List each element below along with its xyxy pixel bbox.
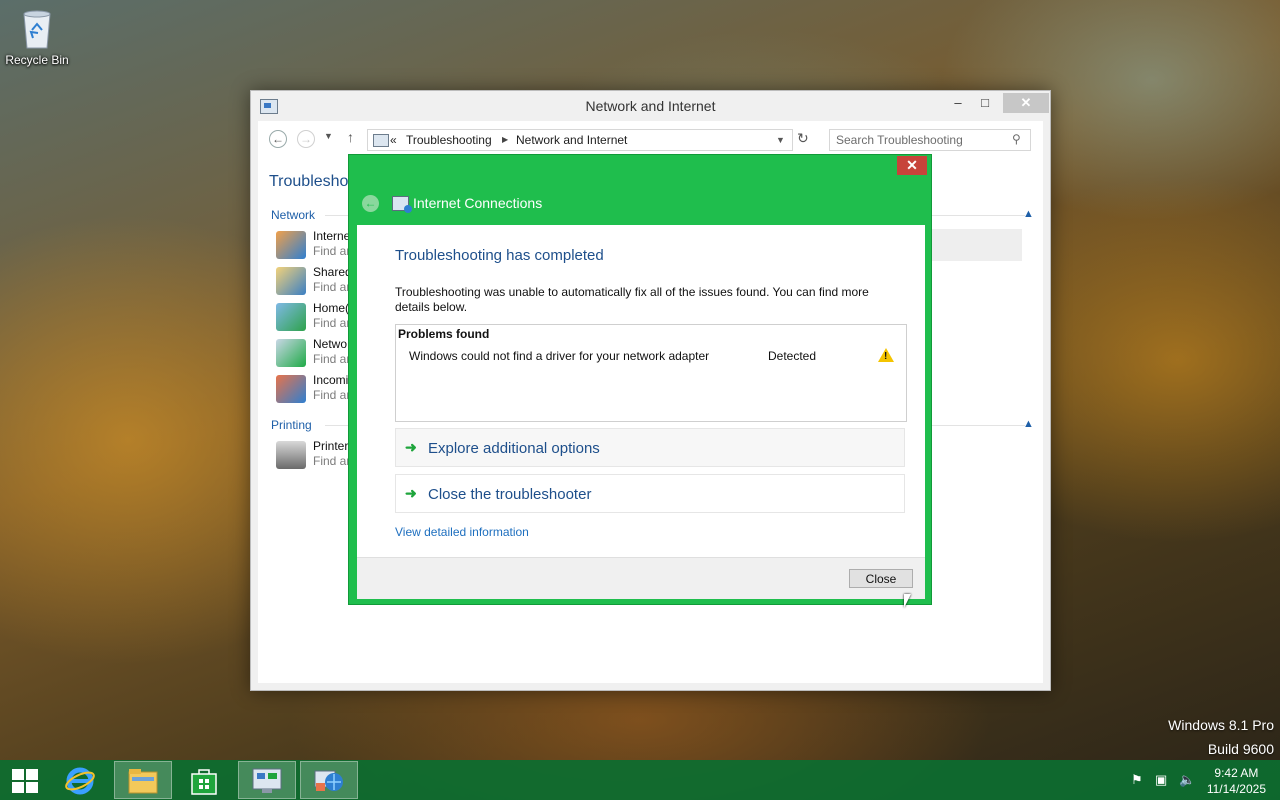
mouse-pointer-icon xyxy=(904,594,911,608)
collapse-network-icon[interactable]: ▲ xyxy=(1023,208,1034,220)
recycle-bin-icon xyxy=(20,6,54,50)
location-icon xyxy=(373,134,389,147)
item-title: Interne xyxy=(313,229,351,243)
item-description: Find ar xyxy=(313,388,351,402)
folder-icon xyxy=(128,769,158,794)
dialog-back-arrow-icon[interactable]: ← xyxy=(362,195,379,212)
close-button[interactable]: Close xyxy=(849,569,913,588)
dialog-content: Troubleshooting has completed Troublesho… xyxy=(357,225,925,557)
taskbar: ⚑ ▣ 🔈 9:42 AM 11/14/2025 xyxy=(0,760,1280,800)
internet-troubleshooter-icon xyxy=(314,770,343,791)
dialog-title: Internet Connections xyxy=(413,195,543,211)
action-center-flag-icon[interactable]: ⚑ xyxy=(1131,772,1143,788)
start-button[interactable] xyxy=(0,761,58,799)
item-description: Find ar xyxy=(313,454,351,468)
search-input[interactable]: Search Troubleshooting ⚲ xyxy=(829,129,1031,151)
breadcrumb-network-and-internet[interactable]: Network and Internet xyxy=(516,133,627,147)
view-detailed-information-link[interactable]: View detailed information xyxy=(395,525,529,539)
printer-icon xyxy=(276,441,306,469)
problem-description: Windows could not find a driver for your… xyxy=(409,349,710,363)
item-title: Home( xyxy=(313,301,350,315)
item-description: Find ar xyxy=(313,316,351,330)
edition-watermark: Windows 8.1 Pro xyxy=(1168,717,1274,733)
section-network-label: Network xyxy=(271,208,316,222)
shared-folders-icon xyxy=(276,267,306,295)
minimize-button[interactable]: – xyxy=(945,93,971,113)
taskbar-store[interactable] xyxy=(176,761,234,799)
section-printing-label: Printing xyxy=(271,418,312,432)
recent-locations-chevron-icon[interactable]: ▼ xyxy=(324,131,333,141)
control-panel-icon xyxy=(252,768,282,793)
back-arrow-icon[interactable]: ← xyxy=(269,130,287,148)
recycle-bin-label: Recycle Bin xyxy=(5,53,69,67)
search-placeholder: Search Troubleshooting xyxy=(836,133,963,147)
arrow-right-icon: ➜ xyxy=(405,439,417,455)
close-troubleshooter-button[interactable]: ➜ Close the troubleshooter xyxy=(395,474,905,513)
network-adapter-icon xyxy=(276,339,306,367)
system-clock[interactable]: 9:42 AM 11/14/2025 xyxy=(1207,765,1266,797)
clock-time: 9:42 AM xyxy=(1214,766,1259,780)
address-dropdown-icon[interactable]: ▼ xyxy=(776,135,785,145)
taskbar-control-panel[interactable] xyxy=(238,761,296,799)
network-disconnected-icon[interactable]: ▣ xyxy=(1155,772,1167,788)
refresh-icon[interactable]: ↻ xyxy=(797,130,809,147)
forward-arrow-icon[interactable]: → xyxy=(297,130,315,148)
internet-explorer-icon xyxy=(65,767,95,795)
option-label: Close the troubleshooter xyxy=(428,486,592,503)
internet-connections-icon xyxy=(276,231,306,259)
taskbar-troubleshooter[interactable] xyxy=(300,761,358,799)
breadcrumb-troubleshooting[interactable]: Troubleshooting xyxy=(406,133,492,147)
item-title: Printer xyxy=(313,439,349,453)
result-message: Troubleshooting was unable to automatica… xyxy=(395,285,869,314)
navigation-bar: ← → ▼ ↑ « Troubleshooting ▶ Network and … xyxy=(261,129,1031,151)
problems-found-header: Problems found xyxy=(398,327,490,341)
search-icon[interactable]: ⚲ xyxy=(1012,132,1021,146)
build-watermark: Build 9600 xyxy=(1207,741,1274,757)
clock-date: 11/14/2025 xyxy=(1206,782,1266,796)
recycle-bin-shortcut[interactable]: Recycle Bin xyxy=(4,6,70,67)
homegroup-icon xyxy=(276,303,306,331)
store-bag-icon xyxy=(191,769,217,795)
item-description: Find ar xyxy=(313,352,351,366)
window-close-button[interactable]: ✕ xyxy=(1003,93,1049,113)
problem-status: Detected xyxy=(768,349,817,363)
incoming-connections-icon xyxy=(276,375,306,403)
window-title: Network and Internet xyxy=(585,98,716,114)
dialog-footer: Close xyxy=(357,557,925,599)
dialog-close-icon[interactable]: ✕ xyxy=(897,156,927,175)
warning-icon-mark: ! xyxy=(884,351,888,362)
windows-logo-icon xyxy=(12,769,38,793)
taskbar-file-explorer[interactable] xyxy=(114,761,172,799)
page-title: Troublesho xyxy=(269,173,349,190)
taskbar-internet-explorer[interactable] xyxy=(52,761,110,799)
item-title: Incomi xyxy=(313,373,349,387)
problems-found-panel: Problems found Windows could not find a … xyxy=(395,324,907,422)
result-heading: Troubleshooting has completed xyxy=(395,247,604,264)
volume-muted-icon[interactable]: 🔈 xyxy=(1179,772,1195,788)
item-hover-highlight xyxy=(926,229,1022,261)
item-description: Find ar xyxy=(313,244,351,258)
explore-additional-options-button[interactable]: ➜ Explore additional options xyxy=(395,428,905,467)
maximize-button[interactable]: □ xyxy=(972,93,998,113)
item-title: Netwo xyxy=(313,337,348,351)
up-arrow-icon[interactable]: ↑ xyxy=(347,129,354,145)
breadcrumb-separator-icon: ▶ xyxy=(502,135,509,144)
address-bar[interactable]: « Troubleshooting ▶ Network and Internet… xyxy=(367,129,793,151)
troubleshooter-dialog: ✕ ← Internet Connections Troubleshooting… xyxy=(348,154,932,605)
item-title: Shared xyxy=(313,265,352,279)
option-label: Explore additional options xyxy=(428,440,600,457)
item-description: Find ar xyxy=(313,280,351,294)
address-prefix[interactable]: « xyxy=(390,133,397,147)
arrow-right-icon: ➜ xyxy=(405,485,417,501)
internet-connections-small-icon xyxy=(392,196,412,213)
collapse-printing-icon[interactable]: ▲ xyxy=(1023,418,1034,430)
